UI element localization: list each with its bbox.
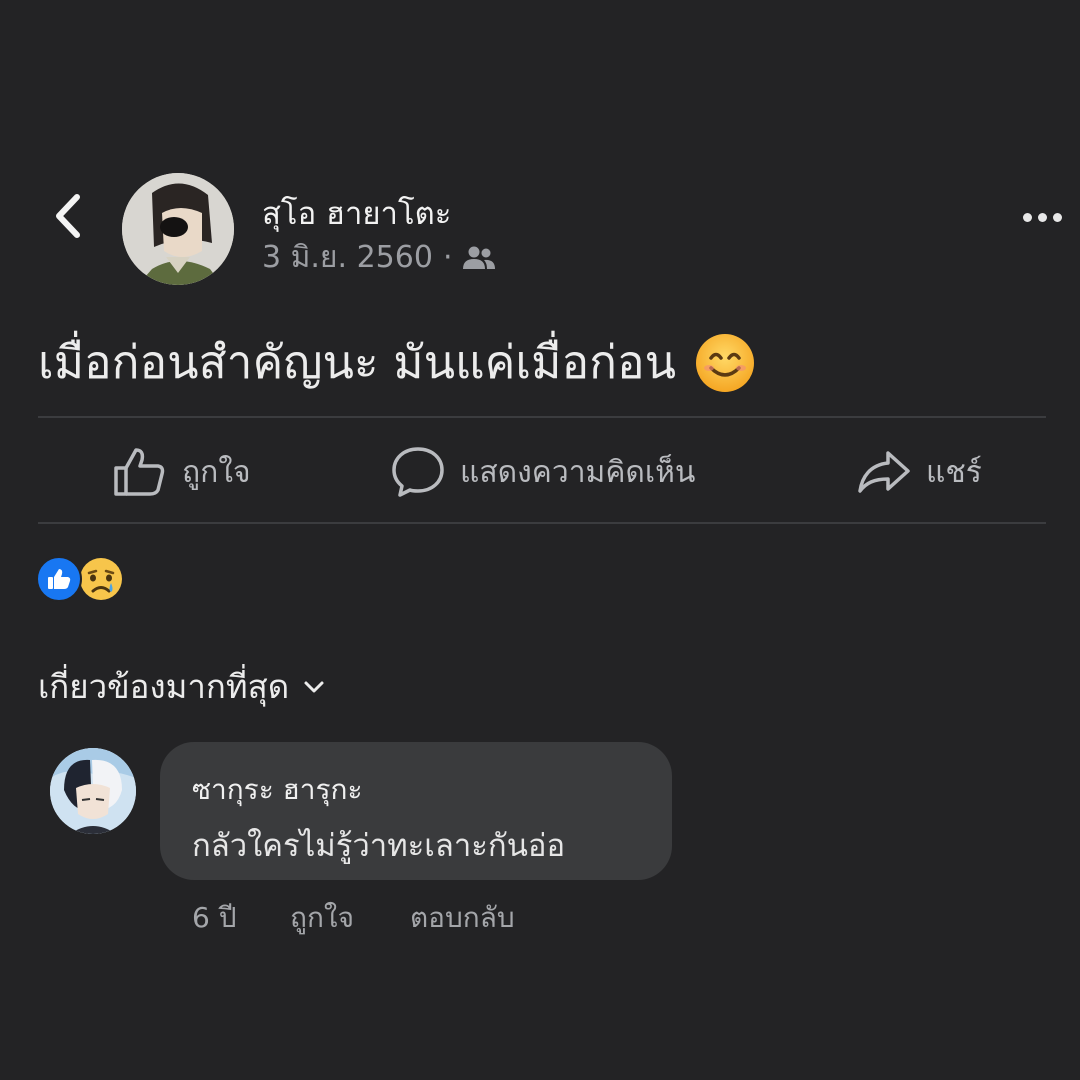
share-label: แชร์ — [926, 454, 982, 490]
smiling-face-icon — [696, 333, 755, 392]
friends-icon — [463, 246, 496, 269]
post-date[interactable]: 3 มิ.ย. 2560 — [262, 234, 433, 281]
share-arrow-icon — [858, 451, 910, 493]
comment-sort-dropdown[interactable]: เกี่ยวข้องมากที่สุด — [38, 660, 325, 713]
divider — [38, 416, 1046, 418]
comment-author[interactable]: ซากุระ ฮารุกะ — [192, 768, 363, 812]
reactions-summary[interactable] — [36, 556, 124, 602]
more-options-button[interactable] — [1016, 200, 1068, 234]
more-dot-icon — [1037, 212, 1047, 222]
share-button[interactable]: แชร์ — [856, 444, 982, 500]
like-button[interactable]: ถูกใจ — [112, 444, 251, 500]
comment-button[interactable]: แสดงความคิดเห็น — [390, 444, 695, 500]
like-label: ถูกใจ — [182, 454, 251, 490]
comment-label: แสดงความคิดเห็น — [460, 454, 696, 490]
comment-like-button[interactable]: ถูกใจ — [290, 896, 354, 940]
post-detail-screen: สุโอ ฮายาโตะ 3 มิ.ย. 2560 · เมื่อก่อนสำค… — [0, 0, 1080, 1080]
back-button[interactable] — [44, 190, 92, 242]
author-avatar[interactable] — [122, 173, 234, 285]
comment-bubble[interactable]: ซากุระ ฮารุกะ กลัวใครไม่รู้ว่าทะเลาะกันอ… — [160, 742, 672, 880]
post-meta: 3 มิ.ย. 2560 · — [262, 234, 496, 281]
like-reaction-icon — [36, 556, 82, 602]
more-dot-icon — [1052, 212, 1062, 222]
comment-text: กลัวใครไม่รู้ว่าทะเลาะกันอ่อ — [192, 828, 566, 864]
sad-reaction-icon — [80, 558, 122, 600]
commenter-avatar[interactable] — [50, 748, 136, 834]
comment-reply-button[interactable]: ตอบกลับ — [410, 896, 515, 940]
post-text: เมื่อก่อนสำคัญนะ มันแค่เมื่อก่อน — [38, 335, 677, 389]
meta-separator: · — [442, 240, 453, 275]
divider — [38, 522, 1046, 524]
comment-timestamp: 6 ปี — [192, 901, 237, 934]
comment-bubble-icon — [392, 447, 444, 497]
chevron-down-icon — [304, 681, 324, 692]
author-name[interactable]: สุโอ ฮายาโตะ — [262, 188, 451, 238]
more-dot-icon — [1022, 212, 1032, 222]
post-body: เมื่อก่อนสำคัญนะ มันแค่เมื่อก่อน — [38, 326, 756, 399]
sort-label: เกี่ยวข้องมากที่สุด — [38, 667, 290, 706]
chevron-left-icon — [56, 194, 80, 238]
thumbs-up-icon — [114, 448, 165, 496]
